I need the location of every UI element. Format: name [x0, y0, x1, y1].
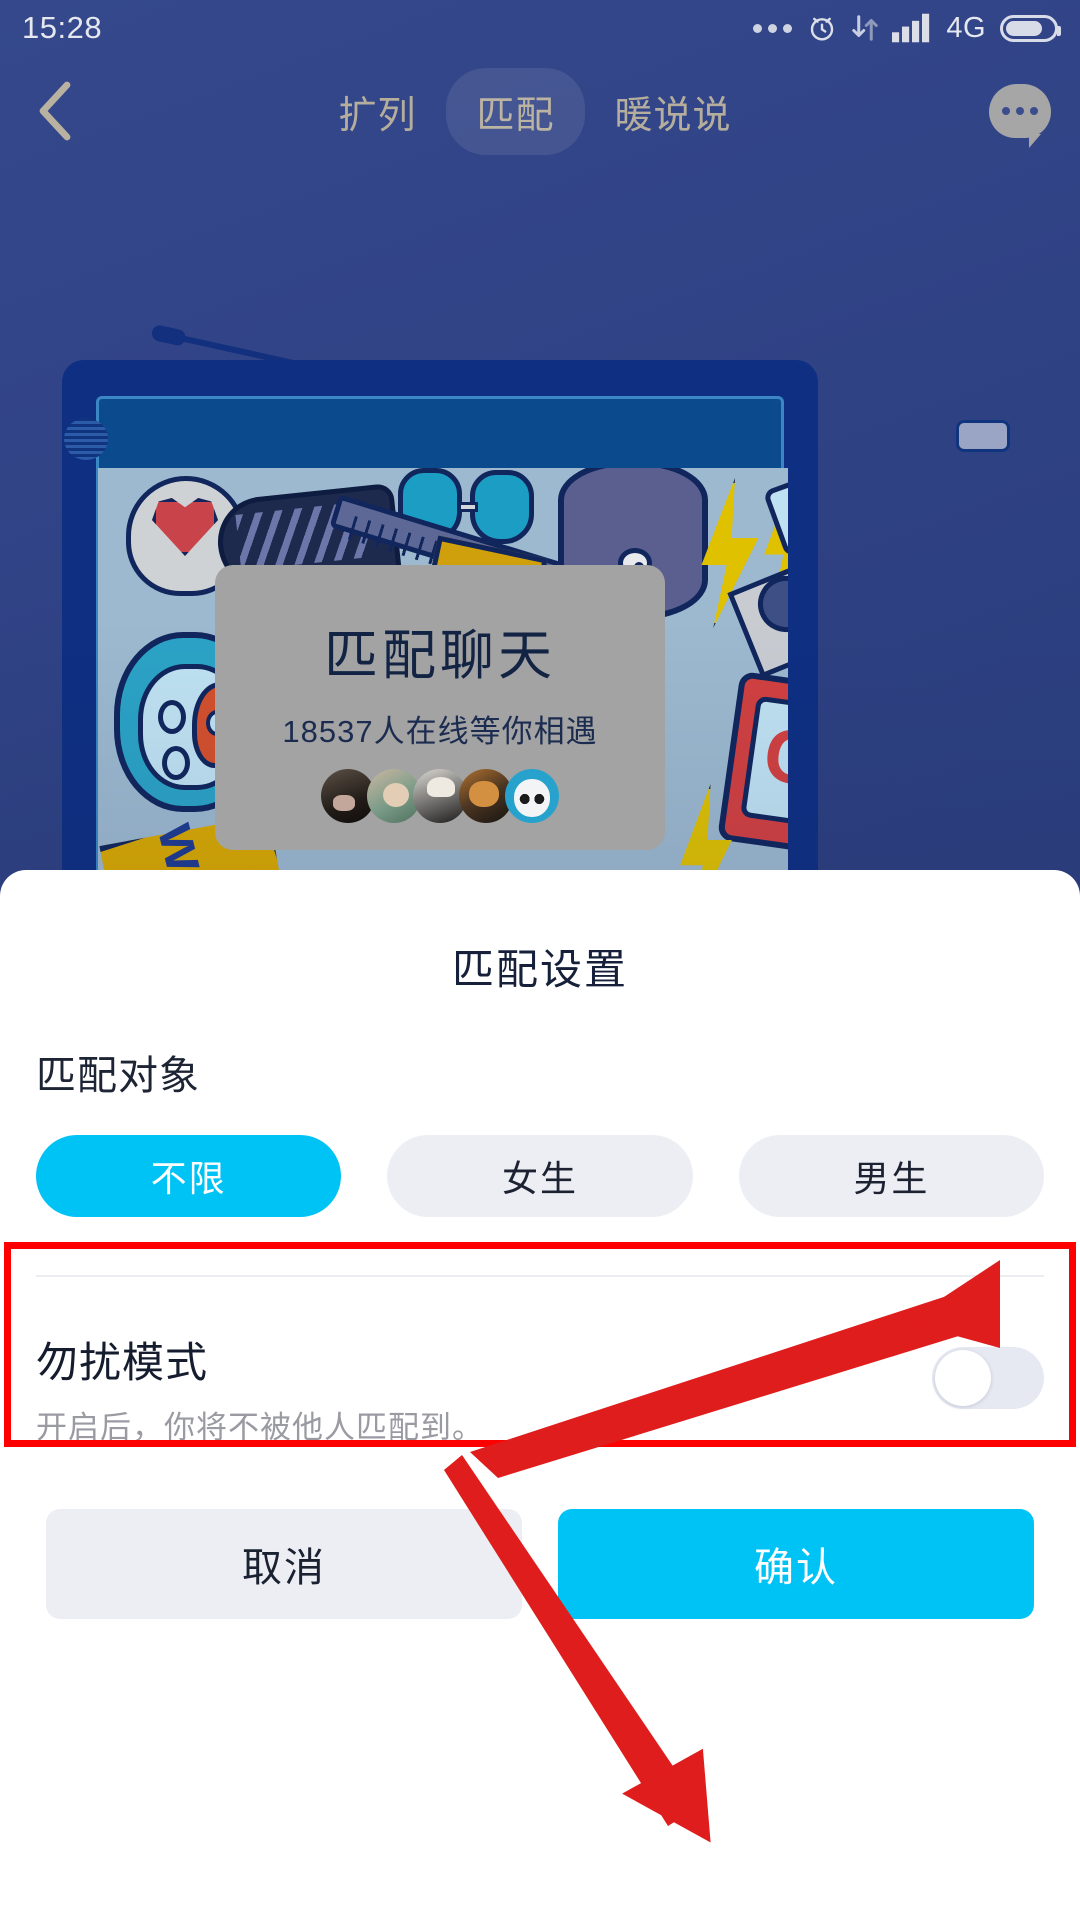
more-dots-icon [753, 23, 793, 33]
network-type-label: 4G [946, 11, 986, 44]
data-transfer-icon [852, 15, 879, 41]
top-navigation-bar: 扩列 匹配 暖说说 [0, 56, 1080, 166]
dnd-toggle[interactable] [932, 1347, 1044, 1409]
status-time: 15:28 [22, 10, 103, 45]
promo-title: 匹配聊天 [324, 626, 556, 686]
sheet-title: 匹配设置 [451, 946, 628, 993]
back-chevron-icon [39, 81, 71, 141]
chip-option-nvsheng[interactable]: 女生 [387, 1135, 693, 1217]
radio-speaker-grill-icon [64, 418, 108, 460]
chip-option-buxian[interactable]: 不限 [36, 1135, 342, 1217]
back-button[interactable] [0, 56, 110, 166]
dnd-title: 勿扰模式 [36, 1339, 209, 1386]
cancel-button[interactable]: 取消 [46, 1509, 522, 1619]
match-chat-promo-card[interactable]: 匹配聊天 18537人在线等你相遇 [215, 565, 665, 850]
tab-pipei[interactable]: 匹配 [446, 67, 585, 155]
tab-bar: 扩列 匹配 暖说说 [110, 67, 960, 155]
tab-nuanshuoshuo[interactable]: 暖说说 [585, 68, 762, 155]
promo-online-count-text: 18537人在线等你相遇 [282, 714, 598, 749]
more-options-button[interactable] [960, 56, 1080, 166]
chat-bubble-more-icon [989, 84, 1051, 148]
toggle-knob [935, 1350, 991, 1406]
confirm-button[interactable]: 确认 [558, 1509, 1034, 1619]
tab-kuolie[interactable]: 扩列 [308, 68, 446, 155]
phone-screen: oico wow CQ 匹配聊天 [0, 0, 1080, 1920]
status-bar: 15:28 4G [0, 0, 1080, 56]
match-target-label: 匹配对象 [36, 1054, 200, 1098]
dnd-text-block: 勿扰模式 开启后，你将不被他人匹配到。 [36, 1329, 932, 1447]
status-icons: 4G [753, 11, 1061, 45]
avatar [505, 769, 559, 823]
radio-knob-icon [956, 420, 1010, 452]
online-avatars-group [321, 769, 559, 823]
dnd-subtitle: 开启后，你将不被他人匹配到。 [36, 1410, 484, 1445]
match-target-options: 不限 女生 男生 [0, 1101, 1080, 1217]
signal-bars-icon [892, 13, 930, 43]
dnd-mode-row: 勿扰模式 开启后，你将不被他人匹配到。 [0, 1277, 1080, 1447]
match-settings-sheet: 匹配设置 匹配对象 不限 女生 男生 勿扰模式 开启后，你将不被他人匹配到。 取… [0, 870, 1080, 1920]
sunglasses-right-icon [470, 470, 534, 544]
chip-option-nansheng[interactable]: 男生 [738, 1135, 1044, 1217]
alarm-clock-icon [811, 17, 834, 41]
sheet-actions: 取消 确认 [0, 1447, 1080, 1619]
battery-icon [1000, 14, 1061, 42]
